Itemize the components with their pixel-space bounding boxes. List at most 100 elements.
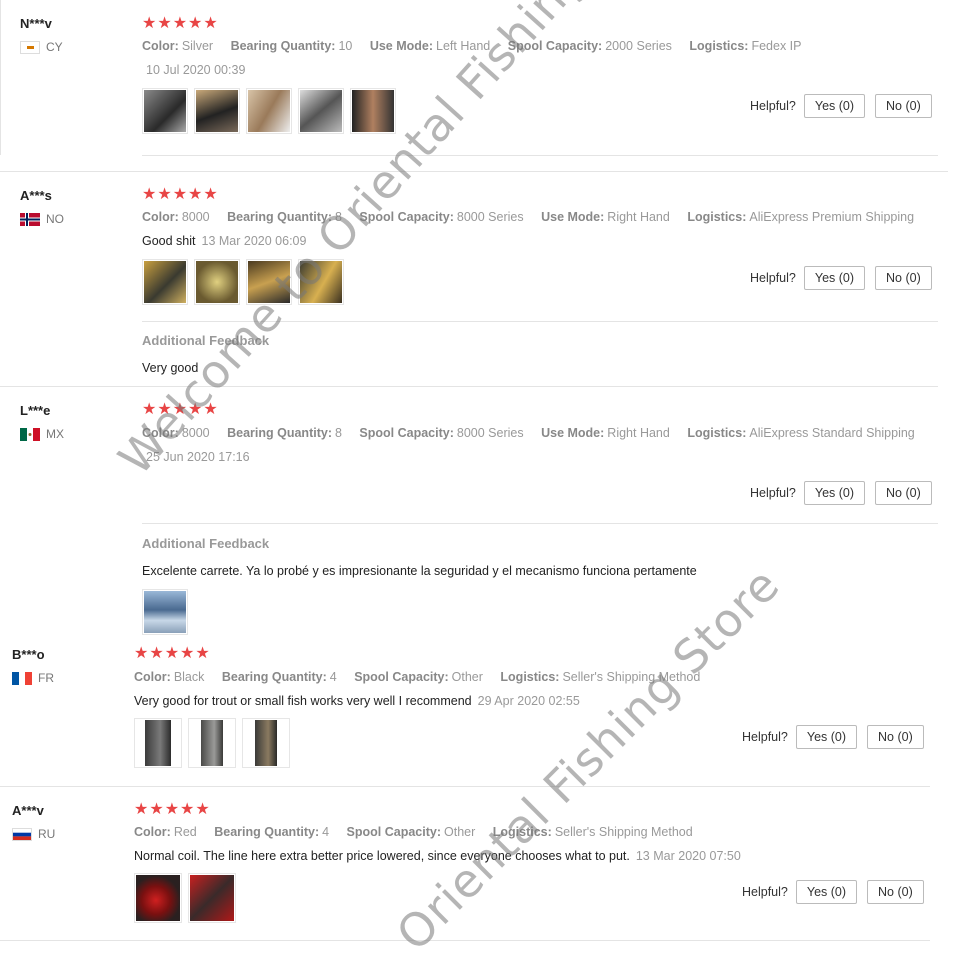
no-button[interactable]: No (0) [867,880,924,904]
yes-button[interactable]: Yes (0) [795,725,858,749]
additional-feedback-title: Additional Feedback [142,536,270,551]
attr-use-mode: Use Mode: Right Hand [541,210,670,224]
attr-color: Color: 8000 [142,210,210,224]
reviewer-name: B***o [12,647,45,662]
review-photos [142,259,344,305]
flag-mx-icon [20,427,40,441]
review-photo[interactable] [142,589,188,635]
review-text: Very good for trout or small fish works … [134,694,580,708]
star-rating: ★★★★★ [134,801,211,818]
review-photo[interactable] [134,718,182,768]
review-photo[interactable] [242,718,290,768]
review-photo[interactable] [298,88,344,134]
review-attributes: Color: 8000 Bearing Quantity: 8 Spool Capa… [142,426,929,440]
review-photo[interactable] [134,873,182,923]
yes-button[interactable]: Yes (0) [795,880,858,904]
review-photo[interactable] [188,718,236,768]
divider [142,155,938,156]
attr-spool: Spool Capacity: 8000 Series [359,426,524,440]
attr-color: Color: Red [134,825,197,839]
no-button[interactable]: No (0) [875,481,932,505]
helpful-label: Helpful? [750,99,796,113]
review-photo[interactable] [188,873,236,923]
review-photo[interactable] [298,259,344,305]
review-date: 13 Mar 2020 06:09 [201,234,307,248]
yes-button[interactable]: Yes (0) [803,481,866,505]
yes-button[interactable]: Yes (0) [803,94,866,118]
additional-feedback-text: Very good [142,361,199,375]
yes-button[interactable]: Yes (0) [803,266,866,290]
attr-logistics: Logistics: Seller's Shipping Method [492,825,693,839]
reviewer-country: MX [20,427,64,441]
review-photo[interactable] [142,88,188,134]
attr-logistics: Logistics: AliExpress Standard Shipping [687,426,915,440]
divider [142,523,938,524]
attr-bearing: Bearing Quantity: 4 [214,825,330,839]
additional-feedback-title: Additional Feedback [142,333,270,348]
no-button[interactable]: No (0) [875,266,932,290]
attr-bearing: Bearing Quantity: 4 [221,670,337,684]
helpful-section: Helpful? Yes (0) No (0) [742,880,924,904]
reviewer-name: A***s [20,188,52,203]
review-photo[interactable] [194,259,240,305]
additional-feedback-text: Excelente carrete. Ya lo probé y es impr… [142,564,697,578]
review-attributes: Color: Black Bearing Quantity: 4 Spool Cap… [134,670,714,684]
attr-logistics: Logistics: AliExpress Premium Shipping [687,210,915,224]
reviewer-country: RU [12,827,55,841]
attr-color: Color: 8000 [142,426,210,440]
review-photo[interactable] [142,259,188,305]
helpful-section: Helpful? Yes (0) No (0) [750,481,932,505]
review-photo[interactable] [350,88,396,134]
helpful-section: Helpful? Yes (0) No (0) [750,94,932,118]
flag-cy-icon [20,40,40,54]
helpful-label: Helpful? [750,271,796,285]
review-photo[interactable] [246,88,292,134]
helpful-section: Helpful? Yes (0) No (0) [750,266,932,290]
review-text: Good shit 13 Mar 2020 06:09 [142,234,307,248]
review-photos [134,873,236,923]
helpful-section: Helpful? Yes (0) No (0) [742,725,924,749]
review-photos [142,88,396,134]
attr-use-mode: Use Mode: Right Hand [541,426,670,440]
reviewer-name: N***v [20,16,52,31]
star-rating: ★★★★★ [134,645,211,662]
attr-use-mode: Use Mode: Left Hand [369,39,491,53]
attr-color: Color: Black [134,670,205,684]
watermark-text: Oriental Fishing Store [385,557,790,961]
helpful-label: Helpful? [742,885,788,899]
helpful-label: Helpful? [742,730,788,744]
attr-logistics: Logistics: Fedex IP [689,39,802,53]
review-photo[interactable] [246,259,292,305]
review-photo[interactable] [194,88,240,134]
country-code: RU [38,827,56,841]
flag-ru-icon [12,827,32,841]
review-date: 13 Mar 2020 07:50 [635,849,741,863]
reviewer-name: A***v [12,803,44,818]
star-rating: ★★★★★ [142,15,219,32]
divider [0,171,948,172]
review-date: 25 Jun 2020 17:16 [146,450,250,464]
attr-color: Color: Silver [142,39,214,53]
attr-spool: Spool Capacity: Other [354,670,483,684]
country-code: MX [46,427,64,441]
country-code: CY [46,40,63,54]
no-button[interactable]: No (0) [875,94,932,118]
attr-spool: Spool Capacity: Other [346,825,476,839]
review-attributes: Color: Red Bearing Quantity: 4 Spool Capac… [134,825,707,839]
no-button[interactable]: No (0) [867,725,924,749]
review-photos [134,718,290,768]
flag-no-icon [20,212,40,226]
review-attributes: Color: Silver Bearing Quantity: 10 Use Mod… [142,39,815,53]
review-date: 10 Jul 2020 00:39 [146,63,246,77]
review-text: Normal coil. The line here extra better … [134,849,741,863]
star-rating: ★★★★★ [142,401,219,418]
reviewer-country: CY [20,40,63,54]
attr-spool: Spool Capacity: 8000 Series [359,210,524,224]
attr-bearing: Bearing Quantity: 8 [227,210,342,224]
review-date: 29 Apr 2020 02:55 [477,694,580,708]
divider [142,321,938,322]
country-code: FR [38,671,54,685]
attr-logistics: Logistics: Seller's Shipping Method [500,670,701,684]
attr-bearing: Bearing Quantity: 10 [230,39,353,53]
country-code: NO [46,212,64,226]
